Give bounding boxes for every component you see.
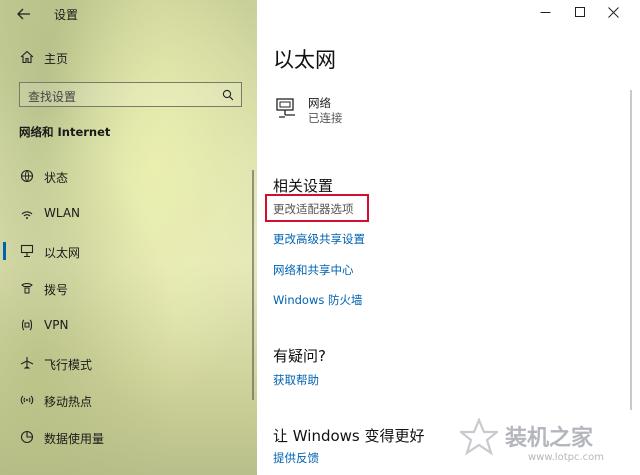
sidebar-item-label: 状态 [44,171,69,185]
search-icon[interactable] [221,88,235,102]
search-placeholder: 查找设置 [28,90,77,104]
network-status: 已连接 [308,111,343,125]
hotspot-icon [19,392,35,408]
window-title: 设置 [54,8,79,22]
sidebar-item-label: 飞行模式 [44,358,93,372]
home-label: 主页 [44,52,69,66]
sidebar-scrollbar[interactable] [252,170,254,400]
section-title: 网络和 Internet [19,125,111,139]
status-icon [19,168,35,184]
sidebar-item-label: 移动热点 [44,395,93,409]
sidebar-item-wlan[interactable]: WLAN [0,202,257,224]
sidebar-item-ethernet[interactable]: 以太网 [0,240,257,262]
watermark-url: www.lotpc.com [528,452,604,463]
data-usage-icon [19,429,35,445]
ethernet-network-icon [274,96,300,122]
change-adapter-options-link[interactable]: 更改适配器选项 [273,201,354,217]
back-arrow-icon[interactable] [12,4,36,24]
vpn-icon [19,317,35,333]
sidebar-item-label: VPN [44,318,69,332]
get-help-link[interactable]: 获取帮助 [273,372,319,388]
watermark-brand: 装机之家 [505,426,594,451]
sidebar-item-airplane[interactable]: 飞行模式 [0,352,257,374]
airplane-icon [19,355,35,371]
wifi-icon [19,205,35,221]
help-title: 有疑问? [273,347,326,365]
sidebar-item-data-usage[interactable]: 数据使用量 [0,426,257,448]
watermark-logo [457,417,501,458]
close-button[interactable] [590,0,636,28]
sidebar-item-status[interactable]: 状态 [0,165,257,187]
dialup-icon [19,280,35,296]
sidebar-item-home[interactable]: 主页 [0,46,257,68]
main-scrollbar[interactable] [630,90,632,410]
network-sharing-center-link[interactable]: 网络和共享中心 [273,262,354,278]
ethernet-icon [19,243,35,259]
related-settings-title: 相关设置 [273,177,334,195]
improve-title: 让 Windows 变得更好 [273,427,425,445]
maximize-icon [574,6,586,22]
page-title: 以太网 [273,48,336,72]
sidebar: 设置 主页 查找设置 网络和 Internet 状态 WLAN 以太网 拨号 V… [0,0,257,475]
advanced-sharing-link[interactable]: 更改高级共享设置 [273,231,365,247]
network-name: 网络 [308,96,331,110]
sidebar-item-dialup[interactable]: 拨号 [0,277,257,299]
sidebar-item-label: 数据使用量 [44,432,105,446]
sidebar-item-label: 拨号 [44,283,69,297]
close-icon [607,6,619,22]
home-icon [19,49,35,65]
sidebar-item-label: 以太网 [44,246,81,260]
sidebar-item-vpn[interactable]: VPN [0,314,257,336]
search-input[interactable]: 查找设置 [19,82,242,107]
minimize-icon [540,7,551,22]
sidebar-item-hotspot[interactable]: 移动热点 [0,389,257,411]
windows-firewall-link[interactable]: Windows 防火墙 [273,292,363,308]
feedback-link[interactable]: 提供反馈 [273,450,319,466]
sidebar-item-label: WLAN [44,206,81,220]
network-item[interactable]: 网络 已连接 [270,92,400,128]
